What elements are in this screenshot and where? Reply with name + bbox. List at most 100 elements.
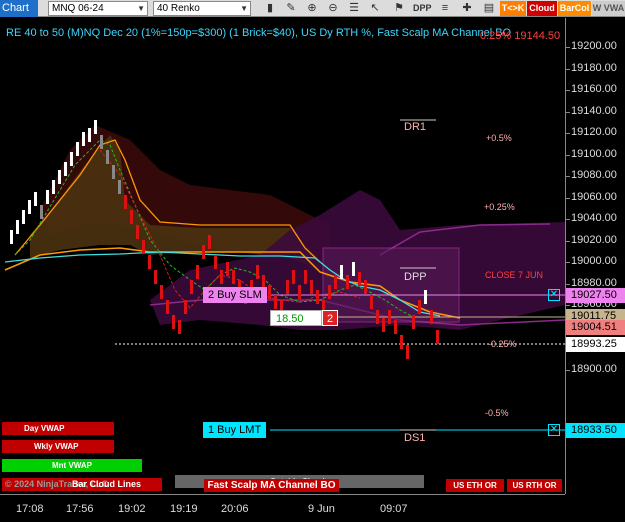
renko-brick: [274, 295, 277, 309]
renko-brick: [316, 290, 319, 304]
renko-brick: [166, 300, 169, 314]
buy-lmt-order[interactable]: 1 Buy LMT: [203, 422, 267, 438]
renko-brick: [214, 255, 217, 269]
renko-brick: [382, 318, 385, 332]
us-rth-or-button[interactable]: US RTH OR: [507, 479, 562, 492]
stack-icon[interactable]: ▤: [481, 1, 497, 16]
renko-brick: [34, 192, 37, 206]
renko-brick: [418, 300, 421, 314]
y-tick-label: 19180.00: [571, 61, 617, 74]
bar-cloud-lines-label: Bar Cloud Lines: [72, 479, 142, 489]
instrument-value: MNQ 06-24: [52, 3, 104, 14]
x-tick: 09:07: [380, 503, 408, 515]
zoom-out-icon[interactable]: ⊖: [325, 1, 341, 16]
ds1-label: DS1: [404, 432, 426, 444]
renko-brick: [52, 180, 55, 194]
renko-brick: [346, 275, 349, 289]
us-eth-or-button[interactable]: US ETH OR: [446, 479, 504, 492]
chart-tab[interactable]: Chart: [0, 0, 38, 17]
y-tick-mark: [566, 283, 570, 285]
renko-brick: [76, 142, 79, 156]
renko-brick: [88, 128, 91, 142]
renko-brick: [160, 285, 163, 299]
close-lmt-icon[interactable]: ✕: [548, 424, 560, 436]
renko-brick: [268, 285, 271, 299]
renko-brick: [370, 295, 373, 309]
y-tick-label: 19020.00: [571, 233, 617, 246]
properties-icon[interactable]: ☰: [346, 1, 362, 16]
renko-brick: [352, 262, 355, 276]
renko-brick: [82, 132, 85, 146]
y-tick-mark: [566, 111, 570, 113]
plus-05-label: +0.5%: [486, 133, 512, 143]
x-tick: 17:08: [16, 503, 44, 515]
renko-brick: [124, 195, 127, 209]
vwap-button[interactable]: W VWA: [592, 1, 625, 16]
renko-brick: [94, 120, 97, 134]
mnt-vwap-button[interactable]: Mnt VWAP: [2, 459, 142, 472]
close-slm-icon[interactable]: ✕: [548, 289, 560, 301]
y-tick-mark: [566, 133, 570, 134]
entry-qty-tag[interactable]: 2: [322, 310, 339, 326]
wkly-vwap-button[interactable]: Wkly VWAP: [2, 440, 114, 453]
instrument-selector[interactable]: MNQ 06-24 ▼: [48, 1, 148, 16]
renko-brick: [430, 310, 433, 324]
y-tick-label: 19200.00: [571, 40, 617, 52]
y-tick-label: 19140.00: [571, 104, 617, 117]
dr1-label: DR1: [404, 121, 427, 133]
minus-05-label: -0.5%: [485, 408, 509, 418]
renko-brick: [424, 290, 427, 304]
renko-brick: [364, 280, 367, 294]
renko-brick: [148, 255, 151, 269]
renko-brick: [256, 265, 259, 279]
price-tag[interactable]: 18993.25: [566, 337, 625, 352]
cursor-icon[interactable]: ↖: [367, 1, 383, 16]
strategy-list-icon[interactable]: ≡: [437, 1, 453, 16]
zoom-in-icon[interactable]: ⊕: [304, 1, 320, 16]
renko-brick: [112, 165, 115, 179]
renko-brick: [286, 280, 289, 294]
strategy-icon[interactable]: ⚑: [391, 1, 407, 16]
renko-brick: [394, 320, 397, 334]
y-tick-label: 19120.00: [571, 126, 617, 138]
price-tag[interactable]: 18933.50: [566, 423, 625, 438]
price-tag[interactable]: 19004.51: [566, 320, 625, 335]
renko-brick: [436, 330, 439, 344]
price-axis[interactable]: 19200.00 19180.00 19160.00 19140.00 19120.00…: [565, 18, 625, 494]
price-tag[interactable]: 19027.50: [566, 288, 625, 303]
renko-brick: [406, 345, 409, 359]
x-tick: 17:56: [66, 503, 94, 515]
renko-brick: [184, 300, 187, 314]
bar-style-icon[interactable]: ▮: [262, 1, 278, 16]
time-axis[interactable]: 17:08 17:56 19:02 19:19 20:06 9 Jun 09:0…: [0, 494, 565, 522]
cloud-button[interactable]: Cloud: [527, 1, 557, 16]
draw-icon[interactable]: ✎: [283, 1, 299, 16]
renko-brick: [292, 270, 295, 284]
renko-brick: [358, 272, 361, 286]
renko-brick: [40, 205, 43, 219]
tk-button[interactable]: T<>K: [500, 1, 526, 16]
y-tick-mark: [566, 90, 570, 91]
bar-cloud-lines-button[interactable]: © 2024 NinjaTrader, LLC Bar Cloud Lines: [2, 478, 162, 491]
renko-brick: [106, 150, 109, 164]
fast-scalp-button[interactable]: Fast Scalp MA Channel BO: [204, 479, 339, 492]
bar-type-selector[interactable]: 40 Renko ▼: [153, 1, 251, 16]
renko-brick: [58, 170, 61, 184]
buy-slm-order[interactable]: 2 Buy SLM: [203, 287, 267, 303]
chevron-down-icon: ▼: [240, 4, 248, 13]
renko-brick: [220, 270, 223, 284]
day-vwap-button[interactable]: Day VWAP: [2, 422, 114, 435]
dpp-label: DPP: [404, 271, 427, 283]
renko-brick: [154, 270, 157, 284]
dom-icon[interactable]: DPP: [413, 1, 432, 16]
barcol-button[interactable]: BarCol: [558, 1, 591, 16]
renko-brick: [376, 310, 379, 324]
renko-brick: [130, 210, 133, 224]
renko-brick: [28, 200, 31, 214]
renko-brick: [178, 320, 181, 334]
y-tick-mark: [566, 219, 570, 220]
attach-icon[interactable]: ✚: [459, 1, 475, 16]
renko-brick: [340, 265, 343, 279]
y-tick-label: 18980.00: [571, 276, 617, 289]
entry-price-tag[interactable]: 18.50: [270, 310, 322, 326]
